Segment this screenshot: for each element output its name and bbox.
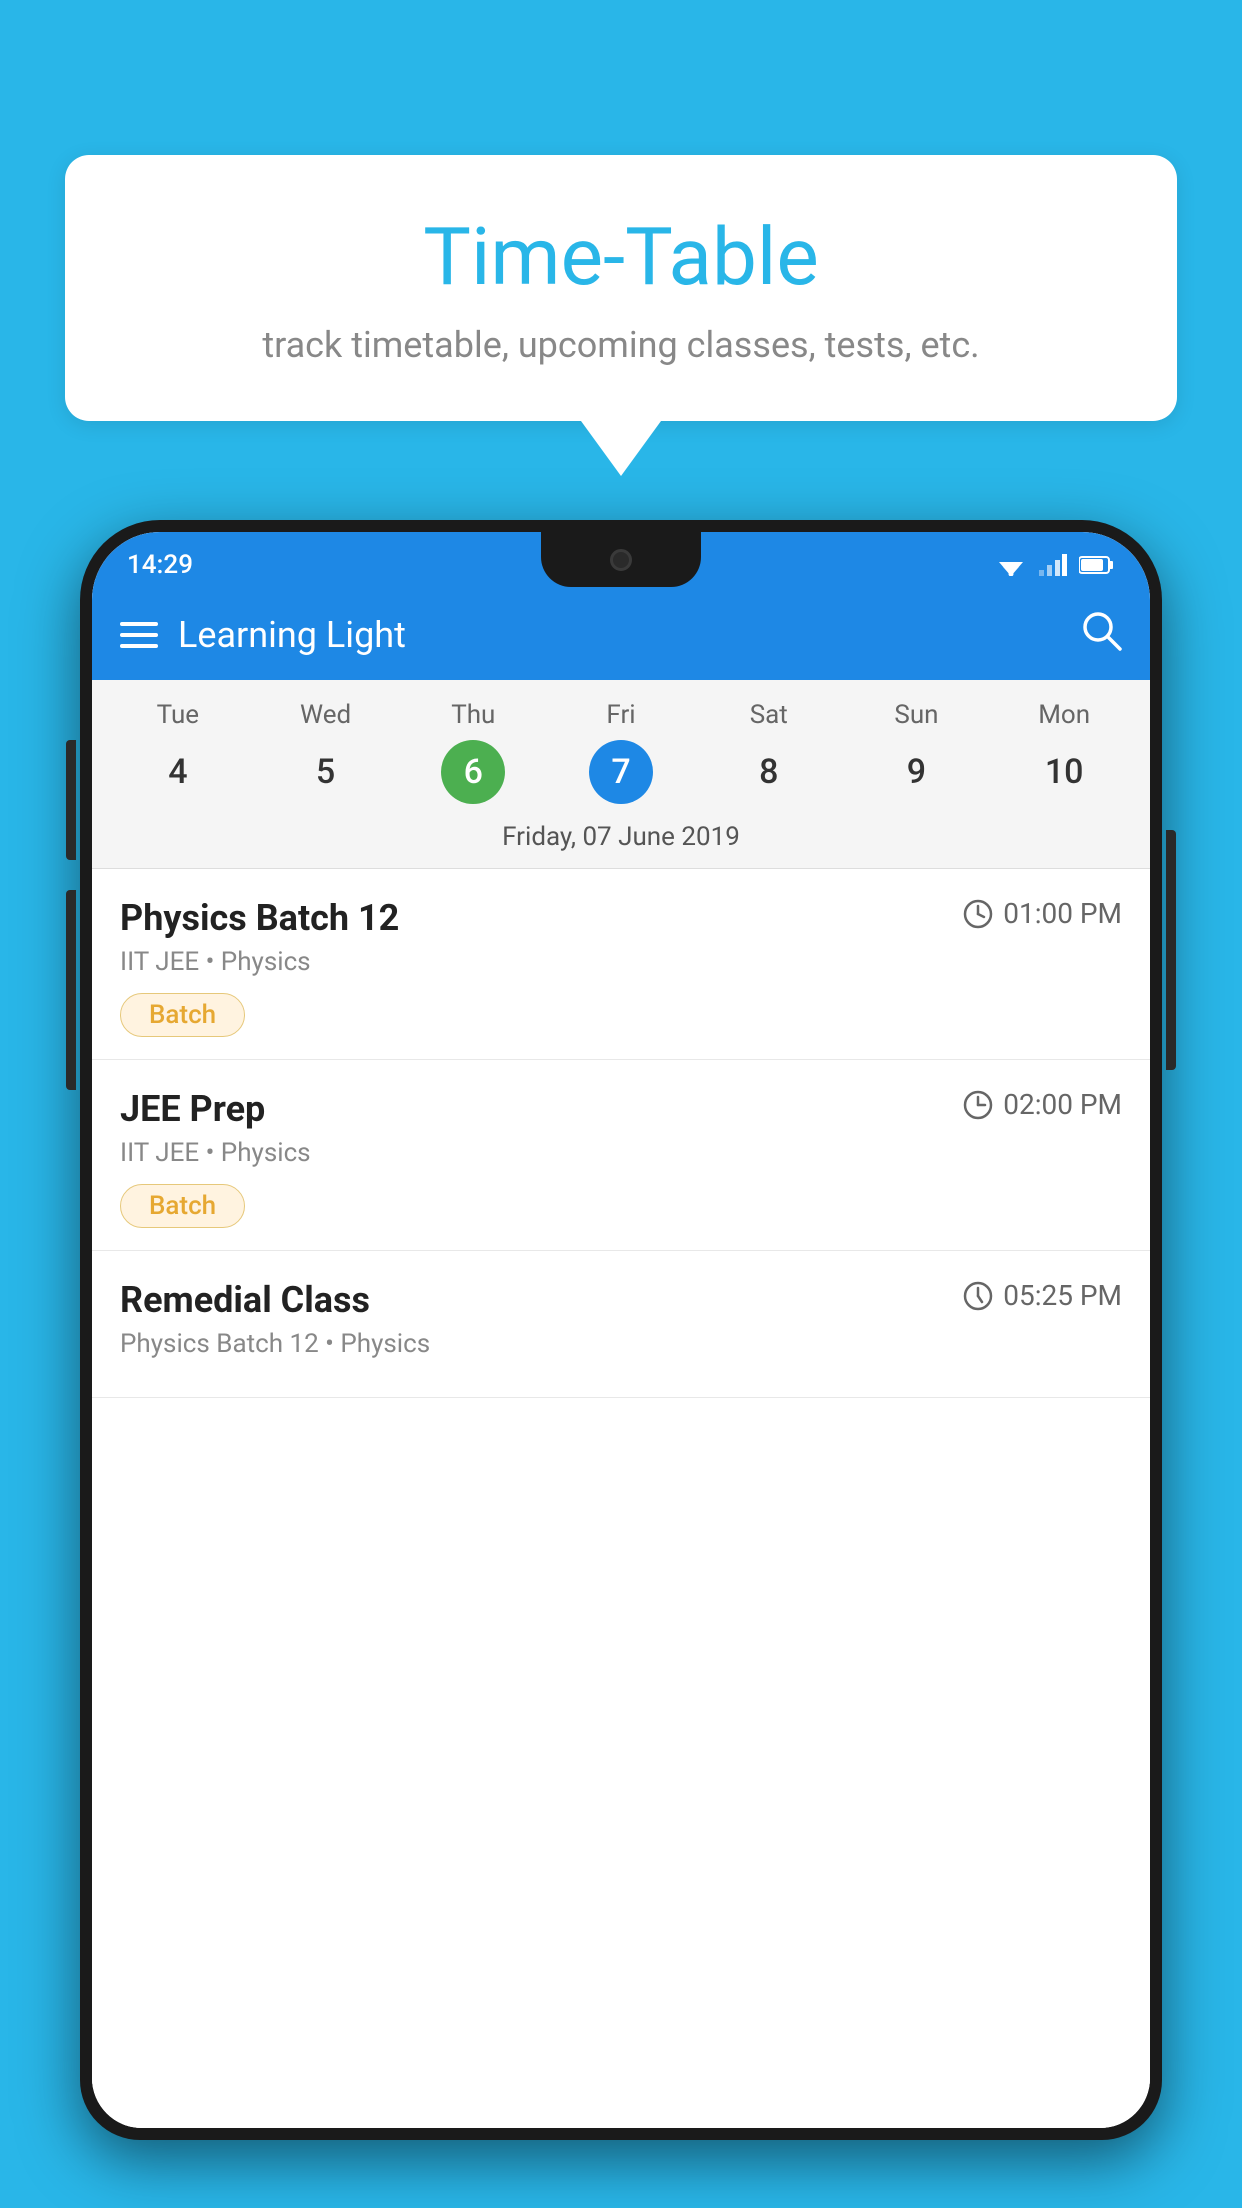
- day-name-wed: Wed: [300, 700, 351, 730]
- day-num-sat: 8: [737, 740, 801, 804]
- schedule-item-1-subtitle: IIT JEE • Physics: [120, 947, 1122, 977]
- day-item-sat[interactable]: Sat 8: [695, 700, 843, 804]
- search-icon: [1080, 609, 1122, 651]
- schedule-item-2-badge: Batch: [120, 1184, 245, 1228]
- schedule-item-2-header: JEE Prep 02:00 PM: [120, 1088, 1122, 1130]
- schedule-item-2[interactable]: JEE Prep 02:00 PM IIT JEE • Physics: [92, 1060, 1150, 1251]
- selected-date-label: Friday, 07 June 2019: [92, 812, 1150, 869]
- day-num-fri: 7: [589, 740, 653, 804]
- status-time: 14:29: [127, 550, 193, 580]
- day-num-wed: 5: [294, 740, 358, 804]
- phone-screen: 14:29: [92, 532, 1150, 2128]
- speech-bubble-tail: [581, 421, 661, 476]
- phone-frame: 14:29: [80, 520, 1162, 2208]
- day-name-mon: Mon: [1038, 700, 1090, 730]
- hamburger-line-3: [120, 644, 158, 648]
- schedule-item-2-time-text: 02:00 PM: [1003, 1088, 1122, 1121]
- schedule-item-1-badge: Batch: [120, 993, 245, 1037]
- calendar-strip: Tue 4 Wed 5 Thu 6 Fri: [92, 680, 1150, 869]
- app-title: Learning Light: [178, 614, 406, 656]
- schedule-list: Physics Batch 12 01:00 PM IIT JEE • Ph: [92, 869, 1150, 2128]
- schedule-item-1[interactable]: Physics Batch 12 01:00 PM IIT JEE • Ph: [92, 869, 1150, 1060]
- day-name-sun: Sun: [894, 700, 938, 730]
- schedule-item-2-title: JEE Prep: [120, 1088, 265, 1130]
- schedule-item-3-time: 05:25 PM: [963, 1279, 1122, 1312]
- toolbar-left: Learning Light: [120, 614, 406, 656]
- day-name-tue: Tue: [157, 700, 199, 730]
- day-item-fri[interactable]: Fri 7: [547, 700, 695, 804]
- schedule-item-2-subtitle: IIT JEE • Physics: [120, 1138, 1122, 1168]
- day-item-mon[interactable]: Mon 10: [990, 700, 1138, 804]
- day-num-thu: 6: [441, 740, 505, 804]
- app-screen: 14:29: [92, 532, 1150, 2128]
- day-name-thu: Thu: [451, 700, 495, 730]
- day-item-tue[interactable]: Tue 4: [104, 700, 252, 804]
- page-subtitle: track timetable, upcoming classes, tests…: [125, 324, 1117, 366]
- day-num-tue: 4: [146, 740, 210, 804]
- schedule-item-2-time: 02:00 PM: [963, 1088, 1122, 1121]
- schedule-item-3-subtitle: Physics Batch 12 • Physics: [120, 1329, 1122, 1359]
- hamburger-line-1: [120, 622, 158, 626]
- status-icons: [995, 554, 1115, 576]
- hamburger-line-2: [120, 633, 158, 637]
- schedule-item-3-header: Remedial Class 05:25 PM: [120, 1279, 1122, 1321]
- clock-icon-2: [963, 1090, 993, 1120]
- search-button[interactable]: [1080, 609, 1122, 661]
- volume-up-button: [66, 740, 76, 860]
- signal-icon: [1039, 554, 1067, 576]
- day-name-fri: Fri: [606, 700, 635, 730]
- day-item-sun[interactable]: Sun 9: [843, 700, 991, 804]
- days-row: Tue 4 Wed 5 Thu 6 Fri: [92, 692, 1150, 812]
- day-item-wed[interactable]: Wed 5: [252, 700, 400, 804]
- schedule-item-1-time-text: 01:00 PM: [1003, 897, 1122, 930]
- day-name-sat: Sat: [750, 700, 788, 730]
- power-button: [1166, 830, 1176, 1070]
- menu-button[interactable]: [120, 622, 158, 648]
- day-num-sun: 9: [884, 740, 948, 804]
- battery-icon: [1079, 555, 1115, 575]
- schedule-item-1-header: Physics Batch 12 01:00 PM: [120, 897, 1122, 939]
- wifi-icon: [995, 554, 1027, 576]
- clock-icon-3: [963, 1281, 993, 1311]
- speech-bubble-card: Time-Table track timetable, upcoming cla…: [65, 155, 1177, 476]
- clock-icon-1: [963, 899, 993, 929]
- phone-notch: [541, 532, 701, 587]
- phone-outer: 14:29: [80, 520, 1162, 2140]
- schedule-item-3[interactable]: Remedial Class 05:25 PM Physics Batch: [92, 1251, 1150, 1398]
- schedule-item-1-time: 01:00 PM: [963, 897, 1122, 930]
- schedule-item-3-time-text: 05:25 PM: [1003, 1279, 1122, 1312]
- speech-bubble-box: Time-Table track timetable, upcoming cla…: [65, 155, 1177, 421]
- day-item-thu[interactable]: Thu 6: [399, 700, 547, 804]
- page-title: Time-Table: [125, 210, 1117, 304]
- volume-down-button: [66, 890, 76, 1090]
- schedule-item-3-title: Remedial Class: [120, 1279, 370, 1321]
- schedule-item-1-title: Physics Batch 12: [120, 897, 399, 939]
- day-num-mon: 10: [1032, 740, 1096, 804]
- front-camera: [610, 549, 632, 571]
- app-toolbar: Learning Light: [92, 590, 1150, 680]
